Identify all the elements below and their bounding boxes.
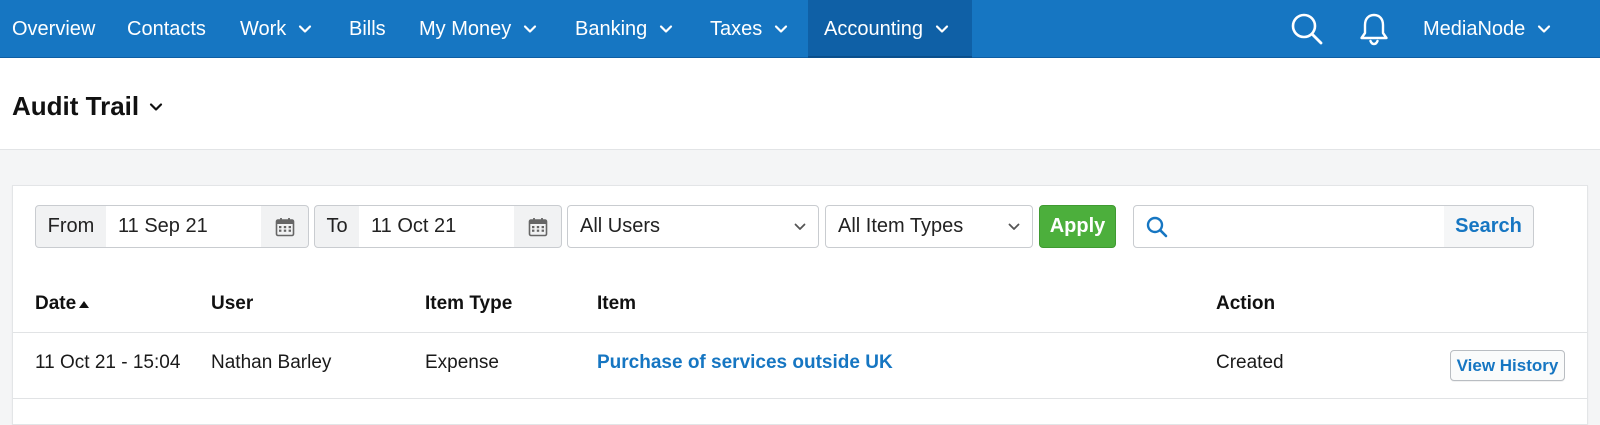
search-field[interactable] <box>1133 205 1445 248</box>
chevron-down-icon <box>150 102 163 111</box>
calendar-icon <box>528 217 547 236</box>
column-header-item-type-label: Item Type <box>425 293 513 314</box>
column-header-item-type[interactable]: Item Type <box>425 293 512 315</box>
nav-bills-label: Bills <box>349 17 386 40</box>
nav-work-label: Work <box>240 17 287 40</box>
column-header-action[interactable]: Action <box>1216 293 1275 315</box>
page-title: Audit Trail <box>12 91 140 121</box>
chevron-down-icon <box>524 25 537 33</box>
to-date-input[interactable]: 11 Oct 21 <box>359 205 515 248</box>
users-select-value: All Users <box>580 215 661 237</box>
column-header-date-label: Date <box>35 293 77 314</box>
from-date-input[interactable]: 11 Sep 21 <box>106 205 262 248</box>
nav-accounting-label: Accounting <box>824 17 923 40</box>
chevron-down-icon <box>1538 25 1551 33</box>
nav-bills[interactable]: Bills <box>349 0 386 58</box>
row-action: Created <box>1216 352 1284 373</box>
to-label-text: To <box>326 215 348 237</box>
page-header: Audit Trail <box>0 58 1600 150</box>
nav-my-money[interactable]: My Money <box>419 0 537 58</box>
nav-taxes-label: Taxes <box>710 17 763 40</box>
audit-trail-card: From 11 Sep 21 To 11 Oct 21 All Users Al… <box>12 185 1588 425</box>
page-title-dropdown[interactable]: Audit Trail <box>12 91 163 122</box>
view-history-button-label: View History <box>1456 355 1559 375</box>
table-header-divider <box>13 332 1587 333</box>
row-item-type: Expense <box>425 352 499 373</box>
table-row-divider <box>13 398 1587 399</box>
item-types-select-value: All Item Types <box>838 215 964 237</box>
from-calendar-button[interactable] <box>261 205 309 248</box>
column-header-user-label: User <box>211 293 254 314</box>
account-name: MediaNode <box>1423 17 1526 40</box>
to-date-value: 11 Oct 21 <box>371 215 457 237</box>
from-date-value: 11 Sep 21 <box>118 215 208 237</box>
search-button-label: Search <box>1455 215 1522 237</box>
chevron-down-icon <box>775 25 788 33</box>
search-icon <box>1146 216 1168 238</box>
row-item-link[interactable]: Purchase of services outside UK <box>597 352 893 374</box>
chevron-down-icon <box>935 25 949 33</box>
nav-overview-label: Overview <box>12 17 96 40</box>
chevron-down-icon <box>794 223 806 230</box>
account-menu[interactable]: MediaNode <box>1423 0 1551 58</box>
chevron-down-icon <box>1008 223 1020 230</box>
sort-ascending-icon <box>79 301 90 308</box>
apply-button-label: Apply <box>1049 215 1106 237</box>
calendar-icon <box>275 217 294 236</box>
from-label-text: From <box>47 215 95 237</box>
from-label: From <box>35 205 107 248</box>
column-header-item[interactable]: Item <box>597 293 636 315</box>
column-header-date[interactable]: Date <box>35 293 90 315</box>
to-calendar-button[interactable] <box>514 205 562 248</box>
search-icon[interactable] <box>1287 9 1327 49</box>
row-date: 11 Oct 21 - 15:04 <box>35 352 181 373</box>
view-history-button[interactable]: View History <box>1450 350 1565 381</box>
search-button[interactable]: Search <box>1444 205 1534 248</box>
apply-button[interactable]: Apply <box>1039 205 1116 248</box>
search-input[interactable] <box>1178 212 1436 242</box>
column-header-action-label: Action <box>1216 293 1276 314</box>
nav-accounting[interactable]: Accounting <box>808 0 972 59</box>
top-navigation: Overview Contacts Work Bills My Money Ba… <box>0 0 1600 59</box>
nav-banking-label: Banking <box>575 17 648 40</box>
to-label: To <box>314 205 360 248</box>
nav-taxes[interactable]: Taxes <box>710 0 788 58</box>
nav-my-money-label: My Money <box>419 17 512 40</box>
column-header-user[interactable]: User <box>211 293 253 315</box>
nav-overview[interactable]: Overview <box>12 0 95 58</box>
row-user: Nathan Barley <box>211 352 332 373</box>
chevron-down-icon <box>660 25 673 33</box>
item-types-select[interactable]: All Item Types <box>825 205 1033 248</box>
column-header-item-label: Item <box>597 293 637 314</box>
chevron-down-icon <box>299 25 312 33</box>
nav-banking[interactable]: Banking <box>575 0 673 58</box>
nav-contacts-label: Contacts <box>127 17 206 40</box>
nav-contacts[interactable]: Contacts <box>127 0 206 58</box>
bell-icon[interactable] <box>1354 9 1394 49</box>
users-select[interactable]: All Users <box>567 205 819 248</box>
nav-work[interactable]: Work <box>240 0 312 58</box>
